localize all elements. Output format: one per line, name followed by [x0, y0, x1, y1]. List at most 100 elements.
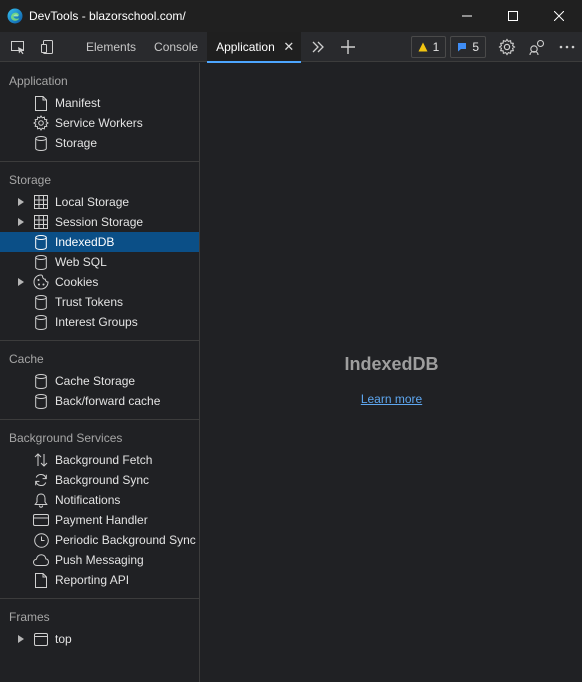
add-tab-icon[interactable]	[333, 32, 363, 62]
indexeddb-panel: IndexedDB Learn more	[201, 63, 582, 682]
application-sidebar: Application Manifest Service Workers Sto…	[0, 63, 200, 682]
issue-icon	[457, 42, 467, 52]
frame-icon	[33, 631, 49, 647]
sidebar-item-notifications[interactable]: Notifications	[0, 490, 199, 510]
warning-icon	[418, 42, 428, 52]
sidebar-item-label: Payment Handler	[55, 513, 148, 527]
bell-icon	[33, 492, 49, 508]
sidebar-item-top-frame[interactable]: top	[0, 629, 199, 649]
sidebar-item-manifest[interactable]: Manifest	[0, 93, 199, 113]
settings-gear-icon[interactable]	[492, 32, 522, 62]
section-title: Frames	[9, 610, 50, 624]
device-emulation-icon[interactable]	[33, 32, 63, 62]
edge-logo-icon	[7, 8, 23, 24]
close-tab-icon[interactable]: ✕	[283, 39, 295, 55]
sidebar-section-cache: Cache Cache Storage Back/forward cache	[0, 340, 199, 411]
sidebar-item-label: Background Sync	[55, 473, 150, 487]
learn-more-link[interactable]: Learn more	[201, 392, 582, 406]
expand-arrow-icon[interactable]	[18, 278, 24, 286]
sidebar-section-frames: Frames top	[0, 598, 199, 649]
sidebar-item-indexeddb[interactable]: IndexedDB	[0, 232, 199, 252]
sidebar-item-label: Manifest	[55, 96, 101, 110]
sidebar-item-label: Notifications	[55, 493, 121, 507]
tab-console[interactable]: Console	[145, 32, 207, 62]
sidebar-item-label: Interest Groups	[55, 315, 138, 329]
maximize-button[interactable]	[490, 0, 536, 32]
window-titlebar: DevTools - blazorschool.com/	[0, 0, 582, 32]
devtools-toolbar: Elements Console Application ✕ 1 5	[0, 31, 582, 63]
tab-label: Elements	[86, 39, 137, 54]
database-icon	[33, 234, 49, 250]
tab-label: Application	[216, 39, 275, 54]
sidebar-item-back-forward-cache[interactable]: Back/forward cache	[0, 391, 199, 411]
sidebar-item-label: Background Fetch	[55, 453, 153, 467]
sidebar-item-reporting-api[interactable]: Reporting API	[0, 570, 199, 590]
cloud-icon	[33, 552, 49, 568]
sidebar-item-label: Cache Storage	[55, 374, 136, 388]
more-options-icon[interactable]	[552, 32, 582, 62]
more-tabs-icon[interactable]	[303, 32, 333, 62]
sidebar-item-interest-groups[interactable]: Interest Groups	[0, 312, 199, 332]
file-icon	[33, 572, 49, 588]
sync-icon	[33, 472, 49, 488]
sidebar-item-trust-tokens[interactable]: Trust Tokens	[0, 292, 199, 312]
sidebar-item-label: Web SQL	[55, 255, 107, 269]
expand-arrow-icon[interactable]	[18, 218, 24, 226]
sidebar-item-label: Push Messaging	[55, 553, 144, 567]
credit-card-icon	[33, 512, 49, 528]
file-icon	[33, 95, 49, 111]
sidebar-item-label: Periodic Background Sync	[55, 533, 196, 547]
issues-count: 5	[472, 39, 479, 54]
sidebar-item-cache-storage[interactable]: Cache Storage	[0, 371, 199, 391]
database-icon	[33, 373, 49, 389]
up-down-arrows-icon	[33, 452, 49, 468]
database-icon	[33, 254, 49, 270]
minimize-button[interactable]	[444, 0, 490, 32]
sidebar-item-service-workers[interactable]: Service Workers	[0, 113, 199, 133]
sidebar-item-periodic-background-sync[interactable]: Periodic Background Sync	[0, 530, 199, 550]
tab-label: Console	[154, 39, 199, 54]
expand-arrow-icon[interactable]	[18, 198, 24, 206]
database-icon	[33, 294, 49, 310]
sidebar-item-label: IndexedDB	[55, 235, 115, 249]
close-window-button[interactable]	[536, 0, 582, 32]
sidebar-section-application: Application Manifest Service Workers Sto…	[0, 63, 199, 153]
sidebar-item-label: Back/forward cache	[55, 394, 161, 408]
sidebar-item-label: Local Storage	[55, 195, 130, 209]
warnings-count: 1	[432, 39, 440, 54]
section-title: Cache	[9, 352, 44, 366]
sidebar-item-label: top	[55, 632, 72, 646]
sidebar-item-storage[interactable]: Storage	[0, 133, 199, 153]
sidebar-item-label: Storage	[55, 136, 98, 150]
window-controls	[444, 0, 582, 32]
customize-connections-icon[interactable]	[522, 32, 552, 62]
issues-badge[interactable]: 5	[450, 35, 486, 58]
grid-icon	[33, 194, 49, 210]
section-title: Storage	[9, 173, 52, 187]
window-title: DevTools - blazorschool.com/	[29, 9, 186, 23]
warnings-badge[interactable]: 1	[410, 35, 447, 58]
grid-icon	[33, 214, 49, 230]
sidebar-item-label: Reporting API	[55, 573, 130, 587]
section-title: Application	[9, 74, 68, 88]
sidebar-item-label: Cookies	[55, 275, 99, 289]
tab-application[interactable]: Application ✕	[207, 31, 301, 63]
sidebar-item-background-sync[interactable]: Background Sync	[0, 470, 199, 490]
inspect-element-icon[interactable]	[3, 32, 33, 62]
panel-heading: IndexedDB	[344, 354, 439, 374]
sidebar-item-background-fetch[interactable]: Background Fetch	[0, 450, 199, 470]
gear-icon	[33, 115, 49, 131]
sidebar-item-push-messaging[interactable]: Push Messaging	[0, 550, 199, 570]
sidebar-item-local-storage[interactable]: Local Storage	[0, 192, 199, 212]
expand-arrow-icon[interactable]	[18, 635, 24, 643]
sidebar-item-web-sql[interactable]: Web SQL	[0, 252, 199, 272]
sidebar-item-label: Trust Tokens	[55, 295, 124, 309]
sidebar-item-payment-handler[interactable]: Payment Handler	[0, 510, 199, 530]
sidebar-item-label: Service Workers	[55, 116, 143, 130]
section-title: Background Services	[9, 431, 123, 445]
database-icon	[33, 393, 49, 409]
sidebar-item-session-storage[interactable]: Session Storage	[0, 212, 199, 232]
sidebar-item-cookies[interactable]: Cookies	[0, 272, 199, 292]
tab-elements[interactable]: Elements	[77, 32, 145, 62]
sidebar-section-storage: Storage Local Storage Session Storage In…	[0, 161, 199, 332]
